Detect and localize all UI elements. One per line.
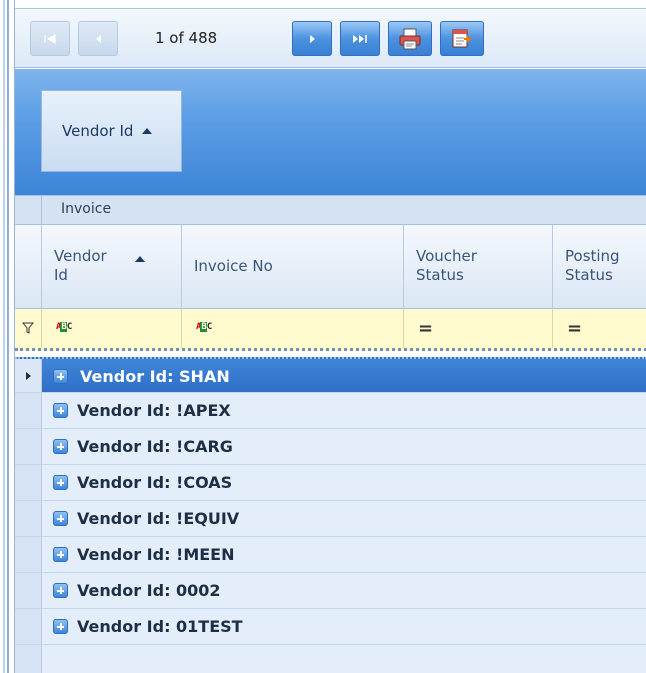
expand-group-icon[interactable] (53, 619, 68, 634)
pager-toolbar: 1 of 488 (15, 8, 646, 68)
left-splitter[interactable] (0, 0, 9, 673)
group-row[interactable]: Vendor Id: !MEEN (15, 537, 646, 573)
current-row-arrow-icon (26, 372, 31, 380)
group-row[interactable]: Vendor Id: SHAN (15, 357, 646, 393)
sort-ascending-icon (142, 128, 153, 134)
row-indicator (15, 359, 42, 392)
last-page-button[interactable] (340, 21, 380, 56)
sort-ascending-icon (135, 256, 145, 262)
prev-page-button[interactable] (78, 21, 118, 56)
export-button[interactable] (440, 21, 484, 56)
group-row[interactable]: Vendor Id: 01TEST (15, 609, 646, 645)
column-header-vendor-id[interactable]: Vendor Id (42, 225, 182, 309)
expand-group-icon[interactable] (53, 475, 68, 490)
group-row-label: Vendor Id: !COAS (77, 473, 233, 492)
equals-operator-icon[interactable]: = (567, 318, 582, 339)
print-button[interactable] (388, 21, 432, 56)
group-row-label: Vendor Id: !EQUIV (77, 509, 240, 528)
row-indicator (15, 609, 42, 644)
expand-group-icon[interactable] (53, 547, 68, 562)
text-filter-operator-icon[interactable]: ABC (56, 322, 72, 332)
auto-filter-row: ABC ABC = = (15, 309, 646, 351)
group-row-label: Vendor Id: 0002 (77, 581, 221, 600)
print-icon (399, 28, 421, 49)
row-indicator (15, 537, 42, 572)
group-row[interactable]: Vendor Id: !COAS (15, 465, 646, 501)
equals-operator-icon[interactable]: = (418, 318, 433, 339)
expand-group-icon[interactable] (53, 511, 68, 526)
column-header-voucher-status[interactable]: Voucher Status (404, 225, 553, 309)
group-row-partial (15, 645, 646, 673)
filter-cell-vendor-id[interactable]: ABC (42, 309, 182, 348)
column-header-invoice-no[interactable]: Invoice No (182, 225, 404, 309)
data-grid: 1 of 488 Vendor Id Invoice Vendor Id Inv… (14, 0, 646, 673)
expand-group-icon[interactable] (53, 583, 68, 598)
group-row-label: Vendor Id: !APEX (77, 401, 231, 420)
band-label: Invoice (61, 201, 112, 217)
group-row[interactable]: Vendor Id: !EQUIV (15, 501, 646, 537)
band-header-invoice: Invoice (15, 195, 646, 225)
group-by-chip-vendor-id[interactable]: Vendor Id (41, 90, 182, 172)
filter-row-indicator (15, 309, 42, 348)
expand-group-icon[interactable] (53, 369, 68, 384)
group-row[interactable]: Vendor Id: 0002 (15, 573, 646, 609)
row-indicator (15, 501, 42, 536)
filter-cell-posting-status[interactable]: = (553, 309, 646, 348)
row-indicator (15, 465, 42, 500)
first-page-icon (44, 33, 56, 44)
page-position: 1 of 488 (155, 29, 218, 47)
row-indicator-header (15, 225, 42, 309)
row-indicator (15, 393, 42, 428)
next-page-button[interactable] (292, 21, 332, 56)
group-row[interactable]: Vendor Id: !CARG (15, 429, 646, 465)
filter-cell-voucher-status[interactable]: = (404, 309, 553, 348)
row-indicator (15, 573, 42, 608)
row-indicator (15, 429, 42, 464)
expand-group-icon[interactable] (53, 403, 68, 418)
next-page-icon (310, 34, 315, 43)
text-filter-operator-icon[interactable]: ABC (196, 322, 212, 332)
expand-group-icon[interactable] (53, 439, 68, 454)
column-header-posting-status[interactable]: Posting Status (553, 225, 646, 309)
group-row-label: Vendor Id: 01TEST (77, 617, 243, 636)
group-chip-label: Vendor Id (62, 122, 134, 140)
column-header-row: Vendor Id Invoice No Voucher Status Post… (15, 225, 646, 309)
filter-icon (22, 322, 34, 334)
group-row-label: Vendor Id: !CARG (77, 437, 233, 456)
group-row-label: Vendor Id: !MEEN (77, 545, 235, 564)
first-page-button[interactable] (30, 21, 70, 56)
group-row-label: Vendor Id: SHAN (80, 367, 230, 386)
export-icon (452, 29, 473, 47)
filter-cell-invoice-no[interactable]: ABC (182, 309, 404, 348)
prev-page-icon (96, 34, 101, 43)
group-row[interactable]: Vendor Id: !APEX (15, 393, 646, 429)
last-page-icon (353, 34, 367, 43)
